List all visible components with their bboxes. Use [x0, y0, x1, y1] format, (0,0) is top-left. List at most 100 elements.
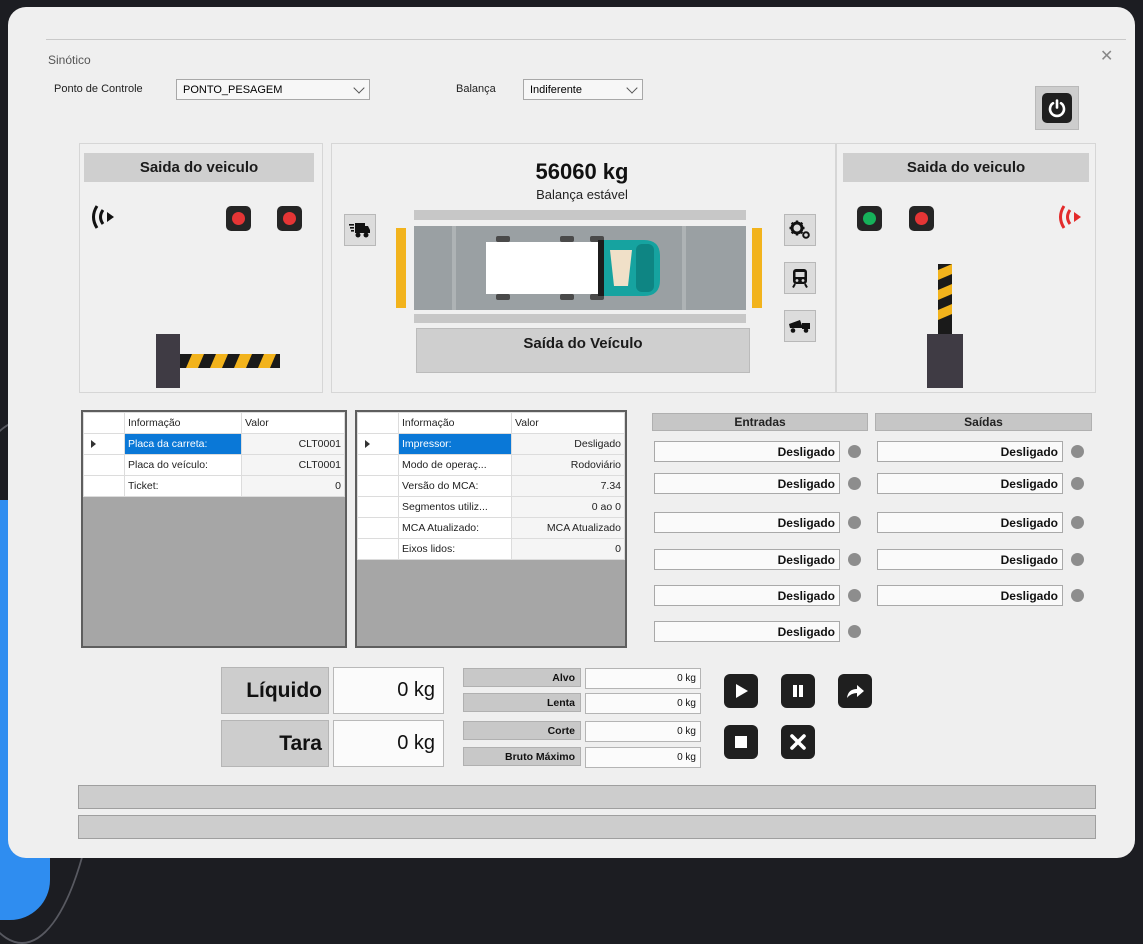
- balanca-label: Balança: [456, 83, 496, 95]
- truck-button[interactable]: [344, 214, 376, 246]
- entrada-5: Desligado: [654, 585, 840, 606]
- alvo-value: 0 kg: [585, 668, 701, 689]
- forward-button[interactable]: [838, 674, 872, 708]
- cell-value[interactable]: Rodoviário: [511, 454, 625, 476]
- truck-scale-graphic: [392, 210, 762, 331]
- tara-value: 0 kg: [333, 720, 444, 767]
- chevron-down-icon: [353, 81, 365, 94]
- title-divider: [46, 39, 1126, 40]
- vehicle-info-grid: Informação Valor Placa da carreta: CLT00…: [81, 410, 347, 648]
- settings-button[interactable]: [784, 214, 816, 246]
- ponto-select[interactable]: PONTO_PESAGEM: [176, 79, 370, 100]
- lenta-value: 0 kg: [585, 693, 701, 714]
- left-barrier-icon: [156, 334, 286, 393]
- entrada-3-led: [848, 516, 861, 529]
- cell-value[interactable]: 0: [511, 538, 625, 560]
- bruto-maximo-value: 0 kg: [585, 747, 701, 768]
- cell-value[interactable]: Desligado: [511, 433, 625, 455]
- stop-icon: [735, 736, 747, 748]
- liquido-value: 0 kg: [333, 667, 444, 714]
- ponto-select-value: PONTO_PESAGEM: [183, 83, 283, 96]
- play-button[interactable]: [724, 674, 758, 708]
- train-button[interactable]: [784, 262, 816, 294]
- balanca-select[interactable]: Indiferente: [523, 79, 643, 100]
- alvo-label: Alvo: [463, 668, 581, 687]
- weight-display: 56060 kg: [535, 159, 629, 184]
- cell-key[interactable]: Modo de operaç...: [398, 454, 512, 476]
- table-row[interactable]: Placa da carreta: CLT0001: [83, 433, 345, 455]
- table-row[interactable]: Impressor: Desligado: [357, 433, 625, 455]
- saida-5-led: [1071, 589, 1084, 602]
- cell-key[interactable]: Ticket:: [124, 475, 242, 497]
- header-valor: Valor: [241, 412, 345, 434]
- power-button[interactable]: [1035, 86, 1079, 130]
- cell-value[interactable]: CLT0001: [241, 454, 345, 476]
- mca-info-grid: Informação Valor Impressor: Desligado Mo…: [355, 410, 627, 648]
- header-informacao: Informação: [124, 412, 242, 434]
- cell-value[interactable]: 7.34: [511, 475, 625, 497]
- stop-button[interactable]: [724, 725, 758, 759]
- corte-value: 0 kg: [585, 721, 701, 742]
- play-icon: [736, 684, 748, 698]
- table-row[interactable]: MCA Atualizado: MCA Atualizado: [357, 517, 625, 539]
- pause-icon: [793, 685, 803, 697]
- lenta-label: Lenta: [463, 693, 581, 712]
- close-icon[interactable]: ✕: [1100, 46, 1113, 66]
- cell-value[interactable]: CLT0001: [241, 433, 345, 455]
- table-row[interactable]: Segmentos utiliz... 0 ao 0: [357, 496, 625, 518]
- row-indicator: [357, 433, 399, 455]
- cell-value[interactable]: 0 ao 0: [511, 496, 625, 518]
- cell-key[interactable]: Impressor:: [398, 433, 512, 455]
- cell-key[interactable]: Versão do MCA:: [398, 475, 512, 497]
- saida-3-led: [1071, 516, 1084, 529]
- gears-icon: [789, 220, 810, 239]
- entrada-4: Desligado: [654, 549, 840, 570]
- entrada-6-led: [848, 625, 861, 638]
- cancel-button[interactable]: [781, 725, 815, 759]
- cell-key[interactable]: MCA Atualizado:: [398, 517, 512, 539]
- dump-truck-button[interactable]: [784, 310, 816, 342]
- table-row[interactable]: Placa do veículo: CLT0001: [83, 454, 345, 476]
- entrada-6: Desligado: [654, 621, 840, 642]
- sinotico-window: Sinótico ✕ Ponto de Controle PONTO_PESAG…: [8, 7, 1135, 858]
- table-row[interactable]: Versão do MCA: 7.34: [357, 475, 625, 497]
- right-lamp-green: [857, 206, 882, 231]
- cell-key[interactable]: Placa da carreta:: [124, 433, 242, 455]
- saida-1: Desligado: [877, 441, 1063, 462]
- right-barrier-icon: [925, 264, 965, 393]
- left-gate-panel: Saida do veiculo: [79, 143, 323, 393]
- header-informacao: Informação: [398, 412, 512, 434]
- cell-value[interactable]: MCA Atualizado: [511, 517, 625, 539]
- cell-key[interactable]: Eixos lidos:: [398, 538, 512, 560]
- scale-panel: 56060 kg Balança estável Saída do Veícul…: [331, 143, 836, 393]
- left-lamp-1: [226, 206, 251, 231]
- grid-header: Informação Valor: [83, 412, 345, 434]
- progress-bar-1: [78, 785, 1096, 809]
- entrada-2: Desligado: [654, 473, 840, 494]
- table-row[interactable]: Ticket: 0: [83, 475, 345, 497]
- entrada-4-led: [848, 553, 861, 566]
- saida-4: Desligado: [877, 549, 1063, 570]
- pause-button[interactable]: [781, 674, 815, 708]
- saida-1-led: [1071, 445, 1084, 458]
- right-lamp-red: [909, 206, 934, 231]
- antenna-icon: [1055, 202, 1085, 237]
- row-indicator: [83, 433, 125, 455]
- ponto-label: Ponto de Controle: [54, 83, 143, 95]
- left-gate-title: Saida do veiculo: [84, 153, 314, 182]
- saida-3: Desligado: [877, 512, 1063, 533]
- chevron-down-icon: [626, 81, 638, 94]
- vehicle-exit-button[interactable]: Saída do Veículo: [416, 328, 750, 373]
- table-row[interactable]: Modo de operaç... Rodoviário: [357, 454, 625, 476]
- bruto-maximo-label: Bruto Máximo: [463, 747, 581, 766]
- cell-key[interactable]: Placa do veículo:: [124, 454, 242, 476]
- cancel-icon: [790, 734, 806, 750]
- balanca-select-value: Indiferente: [530, 83, 582, 96]
- table-row[interactable]: Eixos lidos: 0: [357, 538, 625, 560]
- saida-4-led: [1071, 553, 1084, 566]
- cell-value[interactable]: 0: [241, 475, 345, 497]
- progress-bar-2: [78, 815, 1096, 839]
- saida-2: Desligado: [877, 473, 1063, 494]
- cell-key[interactable]: Segmentos utiliz...: [398, 496, 512, 518]
- left-lamp-2: [277, 206, 302, 231]
